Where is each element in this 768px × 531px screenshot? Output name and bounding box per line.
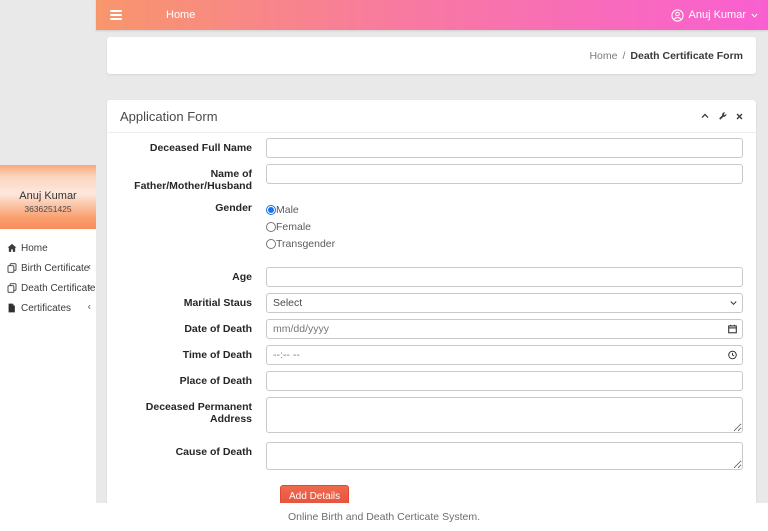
field-label: Cause of Death	[120, 442, 266, 473]
hamburger-icon[interactable]	[110, 10, 122, 20]
sidebar-item-death-certificate[interactable]: Death Certificate ‹	[0, 278, 96, 298]
copy-icon	[7, 283, 18, 293]
chevron-left-icon: ‹	[88, 262, 91, 273]
top-navbar: Home Anuj Kumar	[96, 0, 768, 30]
male-radio[interactable]	[266, 205, 276, 215]
field-label: Name of Father/Mother/Husband	[120, 164, 266, 192]
field-label: Maritial Staus	[120, 293, 266, 313]
sidebar-profile: Anuj Kumar 3636251425	[0, 165, 96, 229]
time-of-death-input[interactable]	[266, 345, 743, 365]
application-form-card: Application Form Deceased Full Name Name…	[107, 100, 756, 518]
field-label: Gender	[120, 198, 266, 252]
sidebar: Anuj Kumar 3636251425 Home Birth Certifi…	[0, 165, 96, 531]
card-title: Application Form	[120, 109, 218, 124]
sidebar-item-birth-certificate[interactable]: Birth Certificate ‹	[0, 258, 96, 278]
wrench-icon[interactable]	[718, 112, 727, 121]
father-mother-husband-input[interactable]	[266, 164, 743, 184]
sidebar-item-certificates[interactable]: Certificates ‹	[0, 298, 96, 318]
age-input[interactable]	[266, 267, 743, 287]
field-label: Deceased Permanent Address	[120, 397, 266, 436]
calendar-icon[interactable]	[728, 325, 737, 334]
gender-radio-group: Male Female Transgender	[266, 198, 743, 252]
field-label: Deceased Full Name	[120, 138, 266, 158]
content-header: Home / Death Certificate Form	[107, 37, 756, 74]
field-label: Place of Death	[120, 371, 266, 391]
sidebar-item-label: Certificates	[21, 303, 71, 314]
user-name: Anuj Kumar	[689, 9, 746, 21]
sidebar-item-label: Death Certificate	[21, 283, 95, 294]
transgender-radio[interactable]	[266, 239, 276, 249]
card-header: Application Form	[107, 100, 756, 133]
user-menu[interactable]: Anuj Kumar	[671, 9, 758, 22]
profile-number: 3636251425	[0, 204, 96, 214]
user-circle-icon	[671, 9, 684, 22]
navbar-home-link[interactable]: Home	[166, 9, 195, 21]
gender-option-male[interactable]: Male	[266, 201, 743, 218]
breadcrumb-home-link[interactable]: Home	[589, 50, 617, 62]
sidebar-menu: Home Birth Certificate ‹ Death Certifica…	[0, 229, 96, 318]
collapse-icon[interactable]	[701, 113, 709, 119]
place-of-death-input[interactable]	[266, 371, 743, 391]
sidebar-item-label: Birth Certificate	[21, 263, 89, 274]
copy-icon	[7, 263, 18, 273]
sidebar-item-home[interactable]: Home	[0, 238, 96, 258]
clock-icon[interactable]	[728, 351, 737, 360]
chevron-left-icon: ‹	[88, 282, 91, 293]
female-radio[interactable]	[266, 222, 276, 232]
card-body: Deceased Full Name Name of Father/Mother…	[107, 133, 756, 508]
sidebar-item-label: Home	[21, 243, 48, 254]
profile-name: Anuj Kumar	[0, 190, 96, 202]
date-of-death-input[interactable]	[266, 319, 743, 339]
cause-of-death-textarea[interactable]	[266, 442, 743, 470]
breadcrumb-separator: /	[622, 50, 625, 62]
field-label: Date of Death	[120, 319, 266, 339]
permanent-address-textarea[interactable]	[266, 397, 743, 433]
close-icon[interactable]	[736, 113, 743, 120]
gender-option-female[interactable]: Female	[266, 218, 743, 235]
page-footer: Online Birth and Death Certicate System.	[0, 503, 768, 531]
file-icon	[7, 303, 18, 313]
home-icon	[7, 243, 18, 253]
deceased-full-name-input[interactable]	[266, 138, 743, 158]
chevron-down-icon	[751, 13, 758, 18]
marital-status-select[interactable]: Select	[266, 293, 743, 313]
field-label: Time of Death	[120, 345, 266, 365]
select-caret-icon	[730, 301, 737, 306]
gender-option-transgender[interactable]: Transgender	[266, 235, 743, 252]
chevron-left-icon: ‹	[88, 302, 91, 313]
breadcrumb-current: Death Certificate Form	[630, 50, 743, 62]
footer-text: Online Birth and Death Certicate System.	[288, 511, 480, 523]
field-label: Age	[120, 267, 266, 287]
